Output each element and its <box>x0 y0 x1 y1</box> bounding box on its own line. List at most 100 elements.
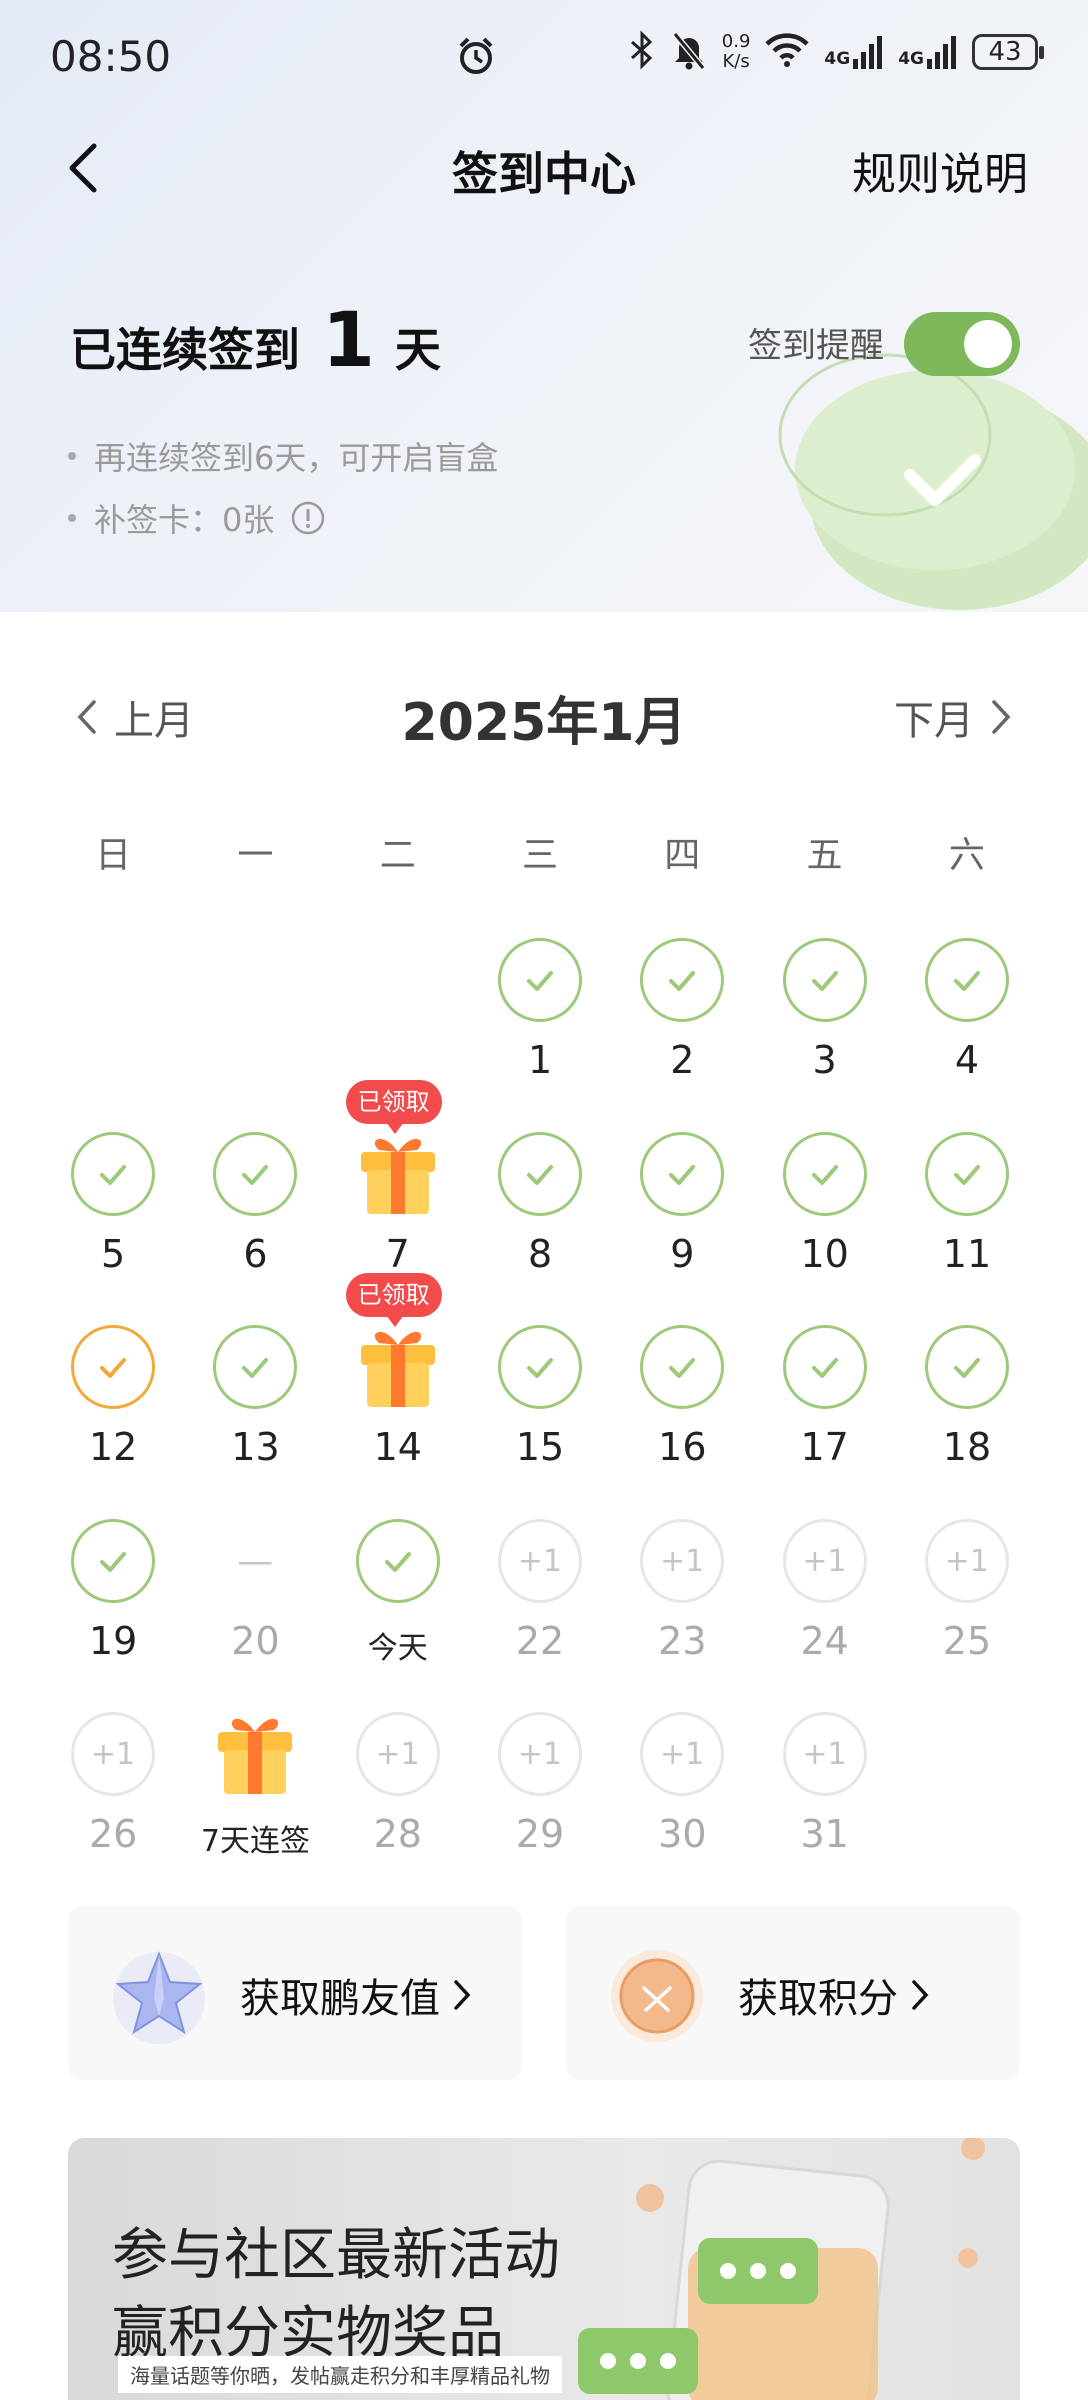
day-icon: — <box>213 1519 297 1603</box>
calendar-day-1-4[interactable]: 9 <box>611 1132 753 1322</box>
check-icon <box>100 1552 126 1572</box>
checked-circle <box>782 1325 867 1409</box>
day-icon <box>213 1325 298 1409</box>
calendar-day-0-4[interactable]: 2 <box>611 938 753 1128</box>
reminder-toggle[interactable] <box>904 312 1020 376</box>
calendar-day-4-4[interactable]: +1 30 <box>611 1712 753 1902</box>
calendar-day-1-3[interactable]: 8 <box>469 1132 611 1322</box>
check-icon <box>811 1358 838 1378</box>
net-speed: 0.9 K/s <box>722 32 751 72</box>
nav-bar: 签到中心 规则说明 <box>0 118 1088 218</box>
day-label: 17 <box>800 1425 849 1469</box>
points-text: 获取积分 <box>738 1976 898 2022</box>
day-icon <box>782 938 867 1022</box>
bullet-dot <box>68 514 76 522</box>
rules-link[interactable]: 规则说明 <box>852 138 1028 202</box>
day-icon: +1 <box>355 1712 440 1796</box>
calendar-day-1-1[interactable]: 6 <box>184 1132 326 1322</box>
future-circle: +1 <box>71 1712 155 1796</box>
checked-circle <box>497 938 582 1022</box>
day-icon <box>924 1132 1009 1216</box>
calendar-day-1-6[interactable]: 11 <box>896 1132 1038 1322</box>
streak-prefix: 已连续签到 <box>70 323 300 377</box>
net-speed-value: 0.9 <box>721 31 751 52</box>
calendar-day-1-0[interactable]: 5 <box>42 1132 184 1322</box>
calendar-day-2-0[interactable]: 12 <box>42 1325 184 1515</box>
calendar-day-4-1[interactable]: 7天连签 <box>184 1712 326 1902</box>
future-circle: +1 <box>497 1712 582 1796</box>
calendar-day-0-3[interactable]: 1 <box>469 938 611 1128</box>
prev-month-button[interactable]: 上月 <box>76 688 194 746</box>
check-icon <box>526 1358 553 1378</box>
day-icon <box>782 1132 867 1216</box>
calendar-day-2-4[interactable]: 16 <box>611 1325 753 1515</box>
calendar-day-2-6[interactable]: 18 <box>896 1325 1038 1515</box>
friend-value-text: 获取鹏友值 <box>240 1976 440 2022</box>
checked-circle <box>71 1519 155 1603</box>
checked-circle <box>497 1325 582 1409</box>
day-icon <box>640 938 725 1022</box>
info-item-makeup-card: 补签卡：0张 <box>68 487 498 549</box>
chevron-right-icon <box>912 1980 929 2010</box>
day-label: 14 <box>373 1425 422 1469</box>
checked-circle <box>782 938 867 1022</box>
calendar-day-0-5[interactable]: 3 <box>754 938 896 1128</box>
calendar-day-0-6[interactable]: 4 <box>896 938 1038 1128</box>
calendar-day-2-1[interactable]: 13 <box>184 1325 326 1515</box>
checked-circle <box>71 1132 155 1216</box>
gift-box-icon <box>353 1319 443 1413</box>
calendar-day-4-5[interactable]: +1 31 <box>754 1712 896 1902</box>
friend-value-card[interactable]: 获取鹏友值 <box>68 1906 522 2080</box>
day-label: 20 <box>231 1619 280 1663</box>
calendar-day-4-2[interactable]: +1 28 <box>327 1712 469 1902</box>
back-button[interactable] <box>60 140 110 196</box>
day-icon: +1 <box>497 1712 582 1796</box>
calendar-day-3-1[interactable]: — 20 <box>184 1519 326 1709</box>
calendar-day-4-3[interactable]: +1 29 <box>469 1712 611 1902</box>
weekday-fri: 五 <box>806 835 843 876</box>
calendar-day-2-2[interactable]: 已领取 14 <box>327 1273 469 1515</box>
day-icon <box>924 1325 1009 1409</box>
calendar-day-2-3[interactable]: 15 <box>469 1325 611 1515</box>
day-label: 12 <box>88 1425 138 1469</box>
check-icon <box>100 1165 126 1185</box>
day-icon <box>71 1132 155 1216</box>
activity-banner[interactable]: 参与社区最新活动 赢积分实物奖品 海量话题等你晒，发帖赢走积分和丰厚精品礼物 <box>68 2138 1020 2400</box>
network-type-1: 4G <box>824 49 851 69</box>
day-icon <box>640 1325 725 1409</box>
points-card[interactable]: 获取积分 <box>566 1906 1020 2080</box>
next-month-button[interactable]: 下月 <box>894 688 1012 746</box>
calendar-day-2-5[interactable]: 17 <box>754 1325 896 1515</box>
calendar-day-3-4[interactable]: +1 23 <box>611 1519 753 1709</box>
calendar-day-4-0[interactable]: +1 26 <box>42 1712 184 1902</box>
banner-tagline: 海量话题等你晒，发帖赢走积分和丰厚精品礼物 <box>118 2356 562 2393</box>
future-circle: +1 <box>924 1519 1009 1603</box>
day-label: 8 <box>527 1232 553 1276</box>
calendar-day-3-5[interactable]: +1 24 <box>754 1519 896 1709</box>
chevron-left-icon <box>77 700 96 734</box>
day-label: 29 <box>515 1812 565 1856</box>
checked-circle <box>355 1519 440 1603</box>
day-label: 1 <box>527 1038 553 1082</box>
calendar-day-3-2[interactable]: 今天 <box>327 1519 469 1709</box>
day-icon <box>497 1132 582 1216</box>
info-circle-icon[interactable] <box>290 500 326 536</box>
claimed-badge: 已领取 <box>345 1080 442 1134</box>
day-label: 31 <box>800 1812 849 1856</box>
calendar-day-3-6[interactable]: +1 25 <box>896 1519 1038 1709</box>
checked-circle <box>497 1132 582 1216</box>
day-icon <box>213 1712 297 1796</box>
calendar-day-1-5[interactable]: 10 <box>754 1132 896 1322</box>
chevron-right-icon <box>992 700 1011 734</box>
day-icon <box>356 1132 440 1216</box>
day-label: 13 <box>231 1425 280 1469</box>
calendar-day-3-3[interactable]: +1 22 <box>469 1519 611 1709</box>
calendar-day-3-0[interactable]: 19 <box>42 1519 184 1709</box>
day-label: 26 <box>88 1812 138 1856</box>
day-label: 18 <box>942 1425 992 1469</box>
weekday-sat: 六 <box>948 835 985 876</box>
check-icon <box>242 1165 269 1185</box>
coin-icon <box>611 1950 703 2042</box>
weekday-thu: 四 <box>664 835 701 876</box>
banner-title-line1: 参与社区最新活动 <box>112 2223 560 2288</box>
